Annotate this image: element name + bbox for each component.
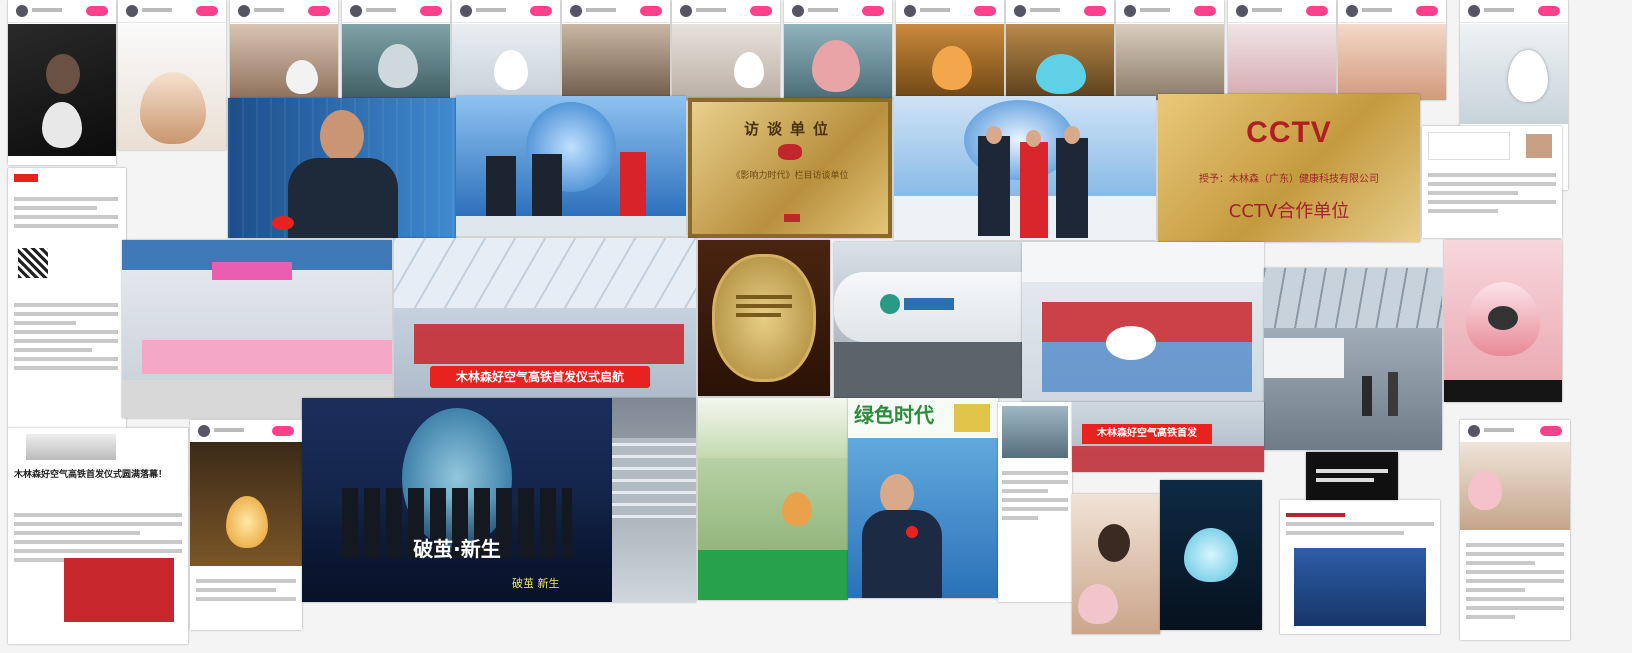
social-post-thumb-9: [896, 0, 1004, 100]
train-platform-photo: [1264, 268, 1442, 450]
interview-unit-plaque: 访谈单位 《影响力时代》栏目访谈单位: [688, 98, 892, 238]
social-post-thumb-7: [672, 0, 780, 100]
tv-interview-photo: [228, 98, 456, 238]
live-stream-thumb-2: [1160, 480, 1262, 630]
social-post-thumb-5: [452, 0, 560, 100]
green-times-magazine: 绿色时代: [848, 398, 998, 598]
video-caption-thumb: [1306, 452, 1398, 500]
magazine-title: 绿色时代: [854, 403, 934, 427]
product-photo: [8, 24, 116, 156]
highspeed-train-photo: [834, 242, 1022, 398]
rail-launch-banner: 木林森好空气高铁首发仪式启航: [430, 366, 650, 388]
event-slogan: 破茧·新生: [413, 537, 501, 561]
article-headline: 木林森好空气高铁首发仪式圆满落幕！: [14, 470, 168, 480]
social-post-thumb-12: [1228, 0, 1336, 100]
cctv-partner-title: CCTV合作单位: [1228, 201, 1350, 222]
event-slogan-small: 破茧 新生: [512, 577, 560, 590]
news-article-mid: [998, 402, 1072, 602]
social-post-lamp: [190, 420, 302, 630]
wooden-award-plaque: [698, 240, 830, 396]
family-poster: [698, 398, 848, 600]
cctv-recipient: 授予：木林森（广东）健康科技有限公司: [1199, 174, 1379, 185]
highspeed-rail-launch-photo: 木林森好空气高铁首发仪式启航: [394, 238, 696, 398]
social-post-thumb-10: [1006, 0, 1114, 100]
social-post-thumb-4: [342, 0, 450, 100]
small-banner: 木林森好空气高铁首发: [1082, 424, 1212, 444]
plaque-body: 《影响力时代》栏目访谈单位: [731, 171, 849, 181]
tv-studio-group-photo: [894, 96, 1156, 240]
cctv-logo: CCTV: [1246, 116, 1332, 149]
store-opening-photo: [122, 240, 392, 418]
social-post-thumb-2: [118, 0, 226, 150]
plaque-title: 访谈单位: [743, 120, 836, 138]
station-platform-photo: [612, 398, 696, 602]
social-post-thumb-right: [1460, 420, 1570, 640]
product-video-thumb: [1444, 240, 1562, 402]
news-article-bottom-left: 木林森好空气高铁首发仪式圆满落幕！: [8, 428, 188, 644]
red-banner-group-photo: 木林森好空气高铁首发: [1072, 402, 1264, 472]
news-article-bottom-right: [1280, 500, 1440, 634]
news-article-left: [8, 168, 126, 428]
product-photo: [118, 24, 226, 150]
cctv-partner-plaque: CCTV 授予：木林森（广东）健康科技有限公司 CCTV合作单位: [1158, 94, 1420, 242]
news-article-right-top: [1422, 126, 1562, 238]
launch-event-stage-photo: 破茧·新生 破茧 新生: [302, 398, 612, 602]
train-cabin-group-photo: [1022, 242, 1264, 402]
social-post-thumb-6: [562, 0, 670, 100]
tv-studio-photo: [456, 96, 686, 236]
social-post-thumb-8: [784, 0, 892, 100]
social-post-thumb-1: [8, 0, 116, 165]
live-stream-thumb-1: [1072, 494, 1160, 634]
social-post-thumb-3: [230, 0, 338, 100]
social-post-thumb-11: [1116, 0, 1224, 100]
social-post-thumb-13: [1338, 0, 1446, 100]
